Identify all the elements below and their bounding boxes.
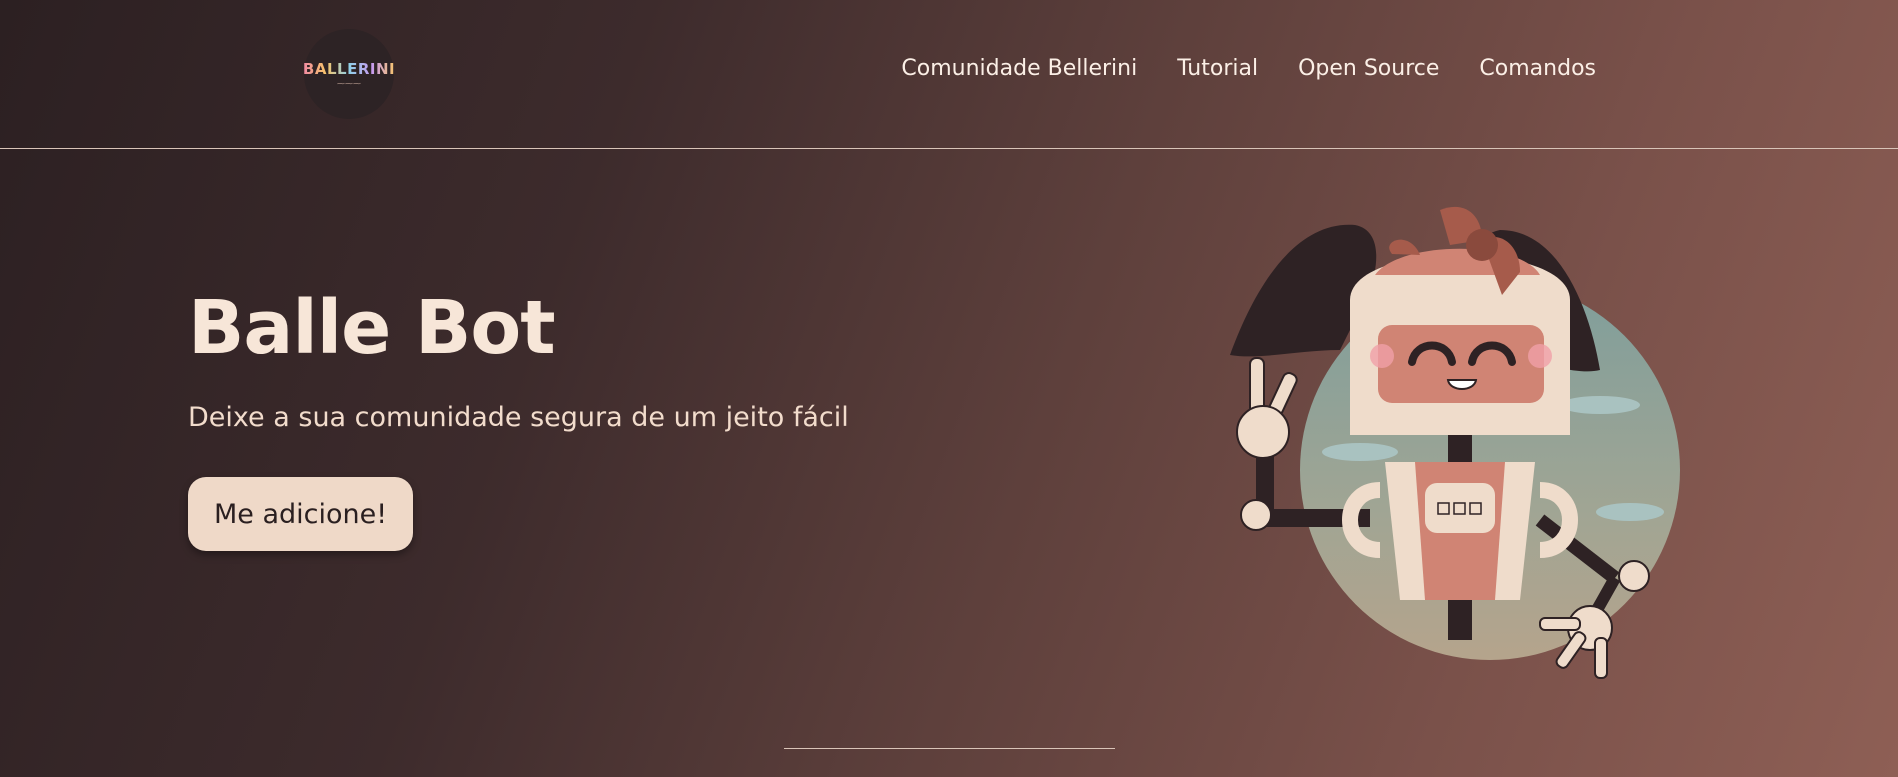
nav-link-tutorial[interactable]: Tutorial [1177, 56, 1258, 81]
hero-subtitle: Deixe a sua comunidade segura de um jeit… [188, 402, 849, 433]
section-divider [784, 748, 1115, 749]
nav-link-comunidade[interactable]: Comunidade Bellerini [901, 56, 1137, 81]
logo-subtext: ⁓⁓⁓ [337, 79, 361, 88]
logo-text: BALLERINI [302, 60, 396, 78]
hero-title: Balle Bot [188, 285, 556, 371]
add-bot-button[interactable]: Me adicione! [188, 477, 413, 551]
robot-mascot-illustration [1230, 206, 1680, 679]
nav-link-open-source[interactable]: Open Source [1298, 56, 1439, 81]
ballerini-logo-icon[interactable]: BALLERINI ⁓⁓⁓ [302, 29, 396, 119]
main-nav: Comunidade Bellerini Tutorial Open Sourc… [901, 56, 1596, 81]
nav-link-comandos[interactable]: Comandos [1479, 56, 1596, 81]
site-header: BALLERINI ⁓⁓⁓ Comunidade Bellerini Tutor… [0, 0, 1898, 149]
